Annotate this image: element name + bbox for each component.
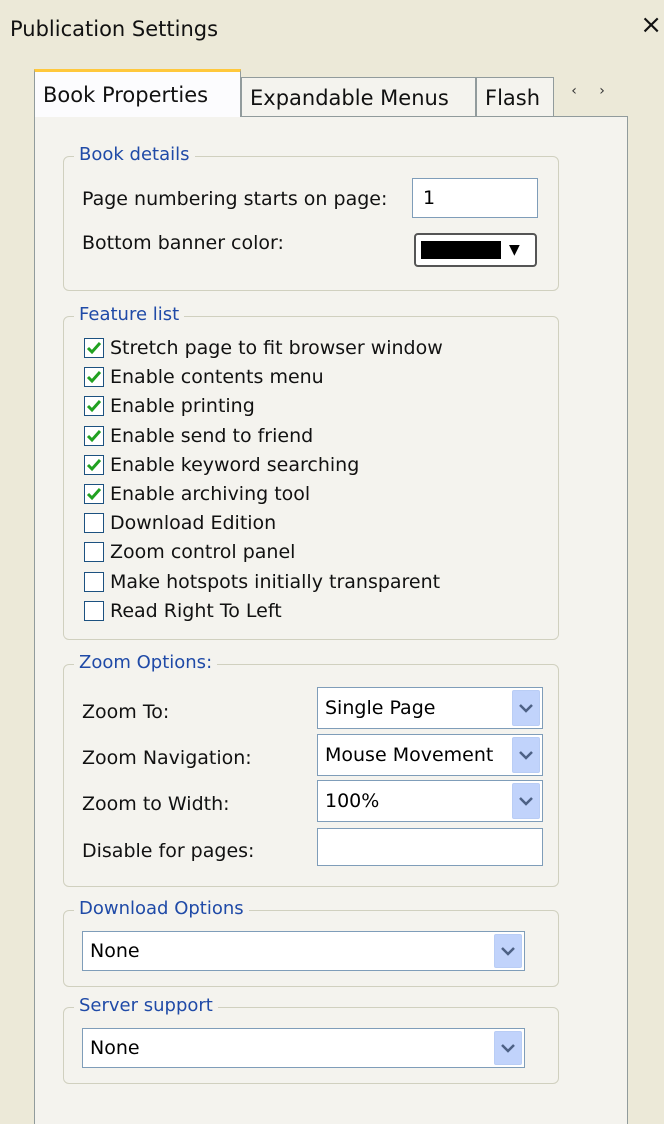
zoom-to-value: Single Page [325,697,436,719]
chevron-down-icon[interactable] [494,934,522,968]
title-bar: Publication Settings × [0,0,664,62]
feature-checkbox-row[interactable]: Enable contents menu [84,364,324,390]
feature-label: Download Edition [110,512,277,535]
zoom-navigation-value: Mouse Movement [325,744,494,766]
book-details-legend: Book details [74,144,195,165]
tab-label: Book Properties [43,82,209,107]
tab-scroll-right-icon[interactable]: › [599,83,605,99]
zoom-to-label: Zoom To: [82,701,170,723]
window-title: Publication Settings [10,17,219,41]
banner-color-label: Bottom banner color: [82,232,284,254]
feature-checkbox-row[interactable]: Enable archiving tool [84,481,310,507]
server-support-value: None [90,1037,140,1059]
chevron-down-icon[interactable] [494,1031,522,1065]
zoom-width-value: 100% [325,790,380,812]
feature-checkbox-row[interactable]: Make hotspots initially transparent [84,569,440,595]
book-details-group [63,156,559,291]
checkbox-unchecked-icon[interactable] [84,600,104,621]
tab-label: Expandable Menus [250,85,449,110]
dropdown-arrow-icon: ▼ [509,242,520,258]
feature-label: Stretch page to fit browser window [110,337,443,359]
tab-scroll-buttons: ‹ › [560,78,616,104]
checkbox-unchecked-icon[interactable] [84,513,104,534]
zoom-options-legend: Zoom Options: [74,652,218,673]
page-numbering-input[interactable]: 1 [412,178,538,218]
tab-scroll-left-icon[interactable]: ‹ [571,83,577,99]
disable-pages-input[interactable] [317,828,543,866]
checkbox-checked-icon[interactable] [84,396,104,417]
zoom-navigation-select[interactable]: Mouse Movement [317,734,543,776]
server-support-legend: Server support [74,995,218,1016]
feature-label: Zoom control panel [110,541,296,564]
feature-list-legend: Feature list [74,304,185,325]
banner-color-picker[interactable]: ▼ [414,233,537,267]
zoom-width-select[interactable]: 100% [317,780,543,822]
checkbox-unchecked-icon[interactable] [84,571,104,592]
page-numbering-value: 1 [423,187,436,209]
chevron-down-icon[interactable] [512,690,540,726]
feature-checkbox-row[interactable]: Enable printing [84,393,255,419]
disable-pages-label: Disable for pages: [82,840,255,862]
zoom-to-select[interactable]: Single Page [317,687,543,729]
feature-label: Enable keyword searching [110,453,360,476]
checkbox-checked-icon[interactable] [84,484,104,504]
server-support-select[interactable]: None [82,1028,525,1068]
feature-checkbox-row[interactable]: Download Edition [84,510,276,536]
download-options-value: None [90,940,140,962]
zoom-width-label: Zoom to Width: [82,793,230,815]
tab-flash[interactable]: Flash [476,77,554,117]
feature-checkbox-row[interactable]: Zoom control panel [84,539,295,565]
zoom-navigation-label: Zoom Navigation: [82,747,252,769]
download-options-legend: Download Options [74,898,249,919]
checkbox-unchecked-icon[interactable] [84,542,104,563]
feature-label: Enable contents menu [110,366,324,389]
checkbox-checked-icon[interactable] [84,367,104,388]
checkbox-checked-icon[interactable] [84,425,104,446]
checkbox-checked-icon[interactable] [84,454,104,475]
checkbox-checked-icon[interactable] [84,338,104,358]
feature-label: Enable archiving tool [110,483,311,505]
download-options-select[interactable]: None [82,931,525,971]
feature-checkbox-row[interactable]: Enable send to friend [84,423,313,449]
close-icon[interactable]: × [640,12,662,38]
chevron-down-icon[interactable] [512,783,540,819]
feature-checkbox-row[interactable]: Enable keyword searching [84,452,359,478]
feature-label: Enable printing [110,395,255,418]
feature-label: Enable send to friend [110,424,314,447]
banner-color-swatch [421,241,501,259]
chevron-down-icon[interactable] [512,737,540,773]
tab-label: Flash [485,85,541,110]
tab-expandable-menus[interactable]: Expandable Menus [241,77,476,117]
feature-checkbox-row[interactable]: Stretch page to fit browser window [84,335,443,361]
feature-label: Make hotspots initially transparent [110,570,441,593]
page-numbering-label: Page numbering starts on page: [82,188,388,210]
tab-book-properties[interactable]: Book Properties [34,69,241,117]
feature-label: Read Right To Left [110,599,282,622]
feature-checkbox-row[interactable]: Read Right To Left [84,598,282,624]
